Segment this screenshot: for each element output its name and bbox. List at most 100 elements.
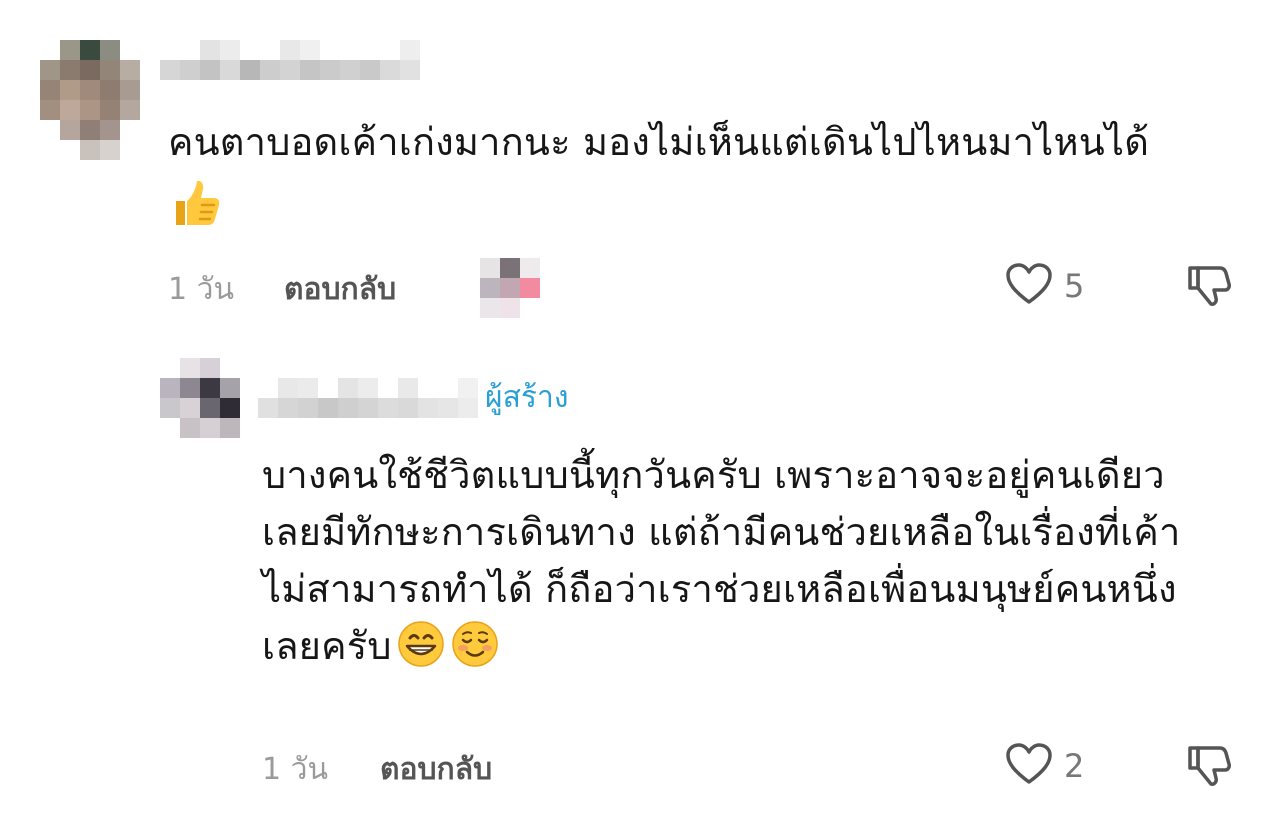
pixel-block bbox=[80, 60, 100, 80]
pixel-block bbox=[360, 40, 380, 60]
pixel-block bbox=[200, 60, 220, 80]
pixel-block bbox=[60, 140, 80, 160]
pixel-block bbox=[338, 378, 358, 398]
pixel-block bbox=[60, 60, 80, 80]
pixel-block bbox=[520, 278, 540, 298]
pixel-block bbox=[280, 40, 300, 60]
commenter-name[interactable] bbox=[160, 40, 440, 80]
pixel-block bbox=[438, 378, 458, 398]
pixel-block bbox=[180, 60, 200, 80]
pixel-block bbox=[100, 80, 120, 100]
pixel-block bbox=[120, 120, 140, 140]
pixel-block bbox=[460, 298, 480, 318]
pixel-block bbox=[220, 418, 240, 438]
pixel-block bbox=[40, 140, 60, 160]
pixel-block bbox=[160, 358, 180, 378]
reply-button[interactable]: ตอบกลับ bbox=[380, 746, 492, 793]
pixel-block bbox=[120, 60, 140, 80]
pixel-block bbox=[340, 60, 360, 80]
pixel-block bbox=[220, 358, 240, 378]
pixel-block bbox=[320, 60, 340, 80]
pixel-block bbox=[318, 378, 338, 398]
pixel-block bbox=[360, 60, 380, 80]
pixel-block bbox=[240, 40, 260, 60]
thumbs-down-outline-icon[interactable] bbox=[1186, 262, 1232, 312]
pixel-block bbox=[40, 80, 60, 100]
pixel-block bbox=[80, 80, 100, 100]
pixel-block bbox=[480, 258, 500, 278]
pixel-block bbox=[318, 398, 338, 418]
pixel-block bbox=[320, 40, 340, 60]
pixel-block bbox=[160, 398, 180, 418]
reply-button[interactable]: ตอบกลับ bbox=[284, 266, 396, 313]
pixel-block bbox=[240, 60, 260, 80]
pixel-block bbox=[380, 40, 400, 60]
pixel-block bbox=[40, 40, 60, 60]
reply-timestamp: 1 วัน bbox=[262, 752, 328, 787]
heart-outline-icon[interactable] bbox=[1004, 262, 1054, 310]
pixel-block bbox=[120, 140, 140, 160]
pixel-block bbox=[120, 40, 140, 60]
pixel-block bbox=[278, 398, 298, 418]
pixel-block bbox=[260, 40, 280, 60]
grinning-face-emoji bbox=[396, 619, 446, 669]
pixel-block bbox=[258, 398, 278, 418]
pixel-block bbox=[460, 258, 480, 278]
pixel-block bbox=[60, 120, 80, 140]
pixel-block bbox=[418, 378, 438, 398]
pixel-block bbox=[400, 60, 420, 80]
pixel-block bbox=[258, 378, 278, 398]
pixel-block bbox=[180, 40, 200, 60]
pixel-block bbox=[340, 40, 360, 60]
comment-body: คนตาบอดเค้าเก่งมากนะ มองไม่เห็นแต่เดินไป… bbox=[168, 114, 1258, 247]
pixel-block bbox=[100, 60, 120, 80]
pixel-block bbox=[100, 140, 120, 160]
pixel-block bbox=[300, 40, 320, 60]
pixel-block bbox=[120, 100, 140, 120]
like-count: 2 bbox=[1064, 747, 1085, 785]
pixel-block bbox=[358, 378, 378, 398]
pixel-block bbox=[200, 358, 220, 378]
creator-tag: ผู้สร้าง bbox=[485, 380, 569, 415]
pixel-block bbox=[80, 40, 100, 60]
pixel-block bbox=[280, 60, 300, 80]
pixel-block bbox=[100, 120, 120, 140]
like-group[interactable]: 5 bbox=[1004, 262, 1084, 310]
comment-text: คนตาบอดเค้าเก่งมากนะ มองไม่เห็นแต่เดินไป… bbox=[168, 120, 1150, 164]
pixel-block bbox=[220, 40, 240, 60]
pixel-block bbox=[278, 378, 298, 398]
pixel-block bbox=[260, 60, 280, 80]
like-count: 5 bbox=[1064, 267, 1085, 305]
pixel-block bbox=[200, 418, 220, 438]
commenter-avatar[interactable] bbox=[40, 40, 140, 160]
pixel-block bbox=[40, 120, 60, 140]
like-group[interactable]: 2 bbox=[1004, 742, 1084, 790]
pixel-block bbox=[500, 298, 520, 318]
pixel-block bbox=[458, 398, 478, 418]
pixel-block bbox=[180, 378, 200, 398]
thumbs-down-outline-icon[interactable] bbox=[1186, 742, 1232, 792]
pixel-block bbox=[520, 258, 540, 278]
pixel-block bbox=[100, 100, 120, 120]
pixel-block bbox=[380, 60, 400, 80]
thumbs-up-emoji bbox=[168, 175, 1258, 247]
pixel-block bbox=[298, 398, 318, 418]
reply-body: บางคนใช้ชีวิตแบบนี้ทุกวันครับ เพราะอาจจะ… bbox=[262, 447, 1222, 675]
pixel-block bbox=[298, 378, 318, 398]
pixel-block bbox=[160, 60, 180, 80]
pixel-block bbox=[100, 40, 120, 60]
pixel-block bbox=[180, 398, 200, 418]
pixel-block bbox=[420, 60, 440, 80]
pixel-block bbox=[420, 40, 440, 60]
creator-avatar[interactable] bbox=[160, 358, 240, 438]
pixel-block bbox=[160, 40, 180, 60]
pixel-block bbox=[220, 378, 240, 398]
pixel-block bbox=[480, 278, 500, 298]
pixel-block bbox=[80, 120, 100, 140]
creator-name[interactable] bbox=[258, 378, 478, 418]
heart-outline-icon[interactable] bbox=[1004, 742, 1054, 790]
pixel-block bbox=[120, 80, 140, 100]
smiling-face-emoji bbox=[450, 619, 500, 669]
pixel-block bbox=[398, 398, 418, 418]
pixel-block bbox=[460, 278, 480, 298]
